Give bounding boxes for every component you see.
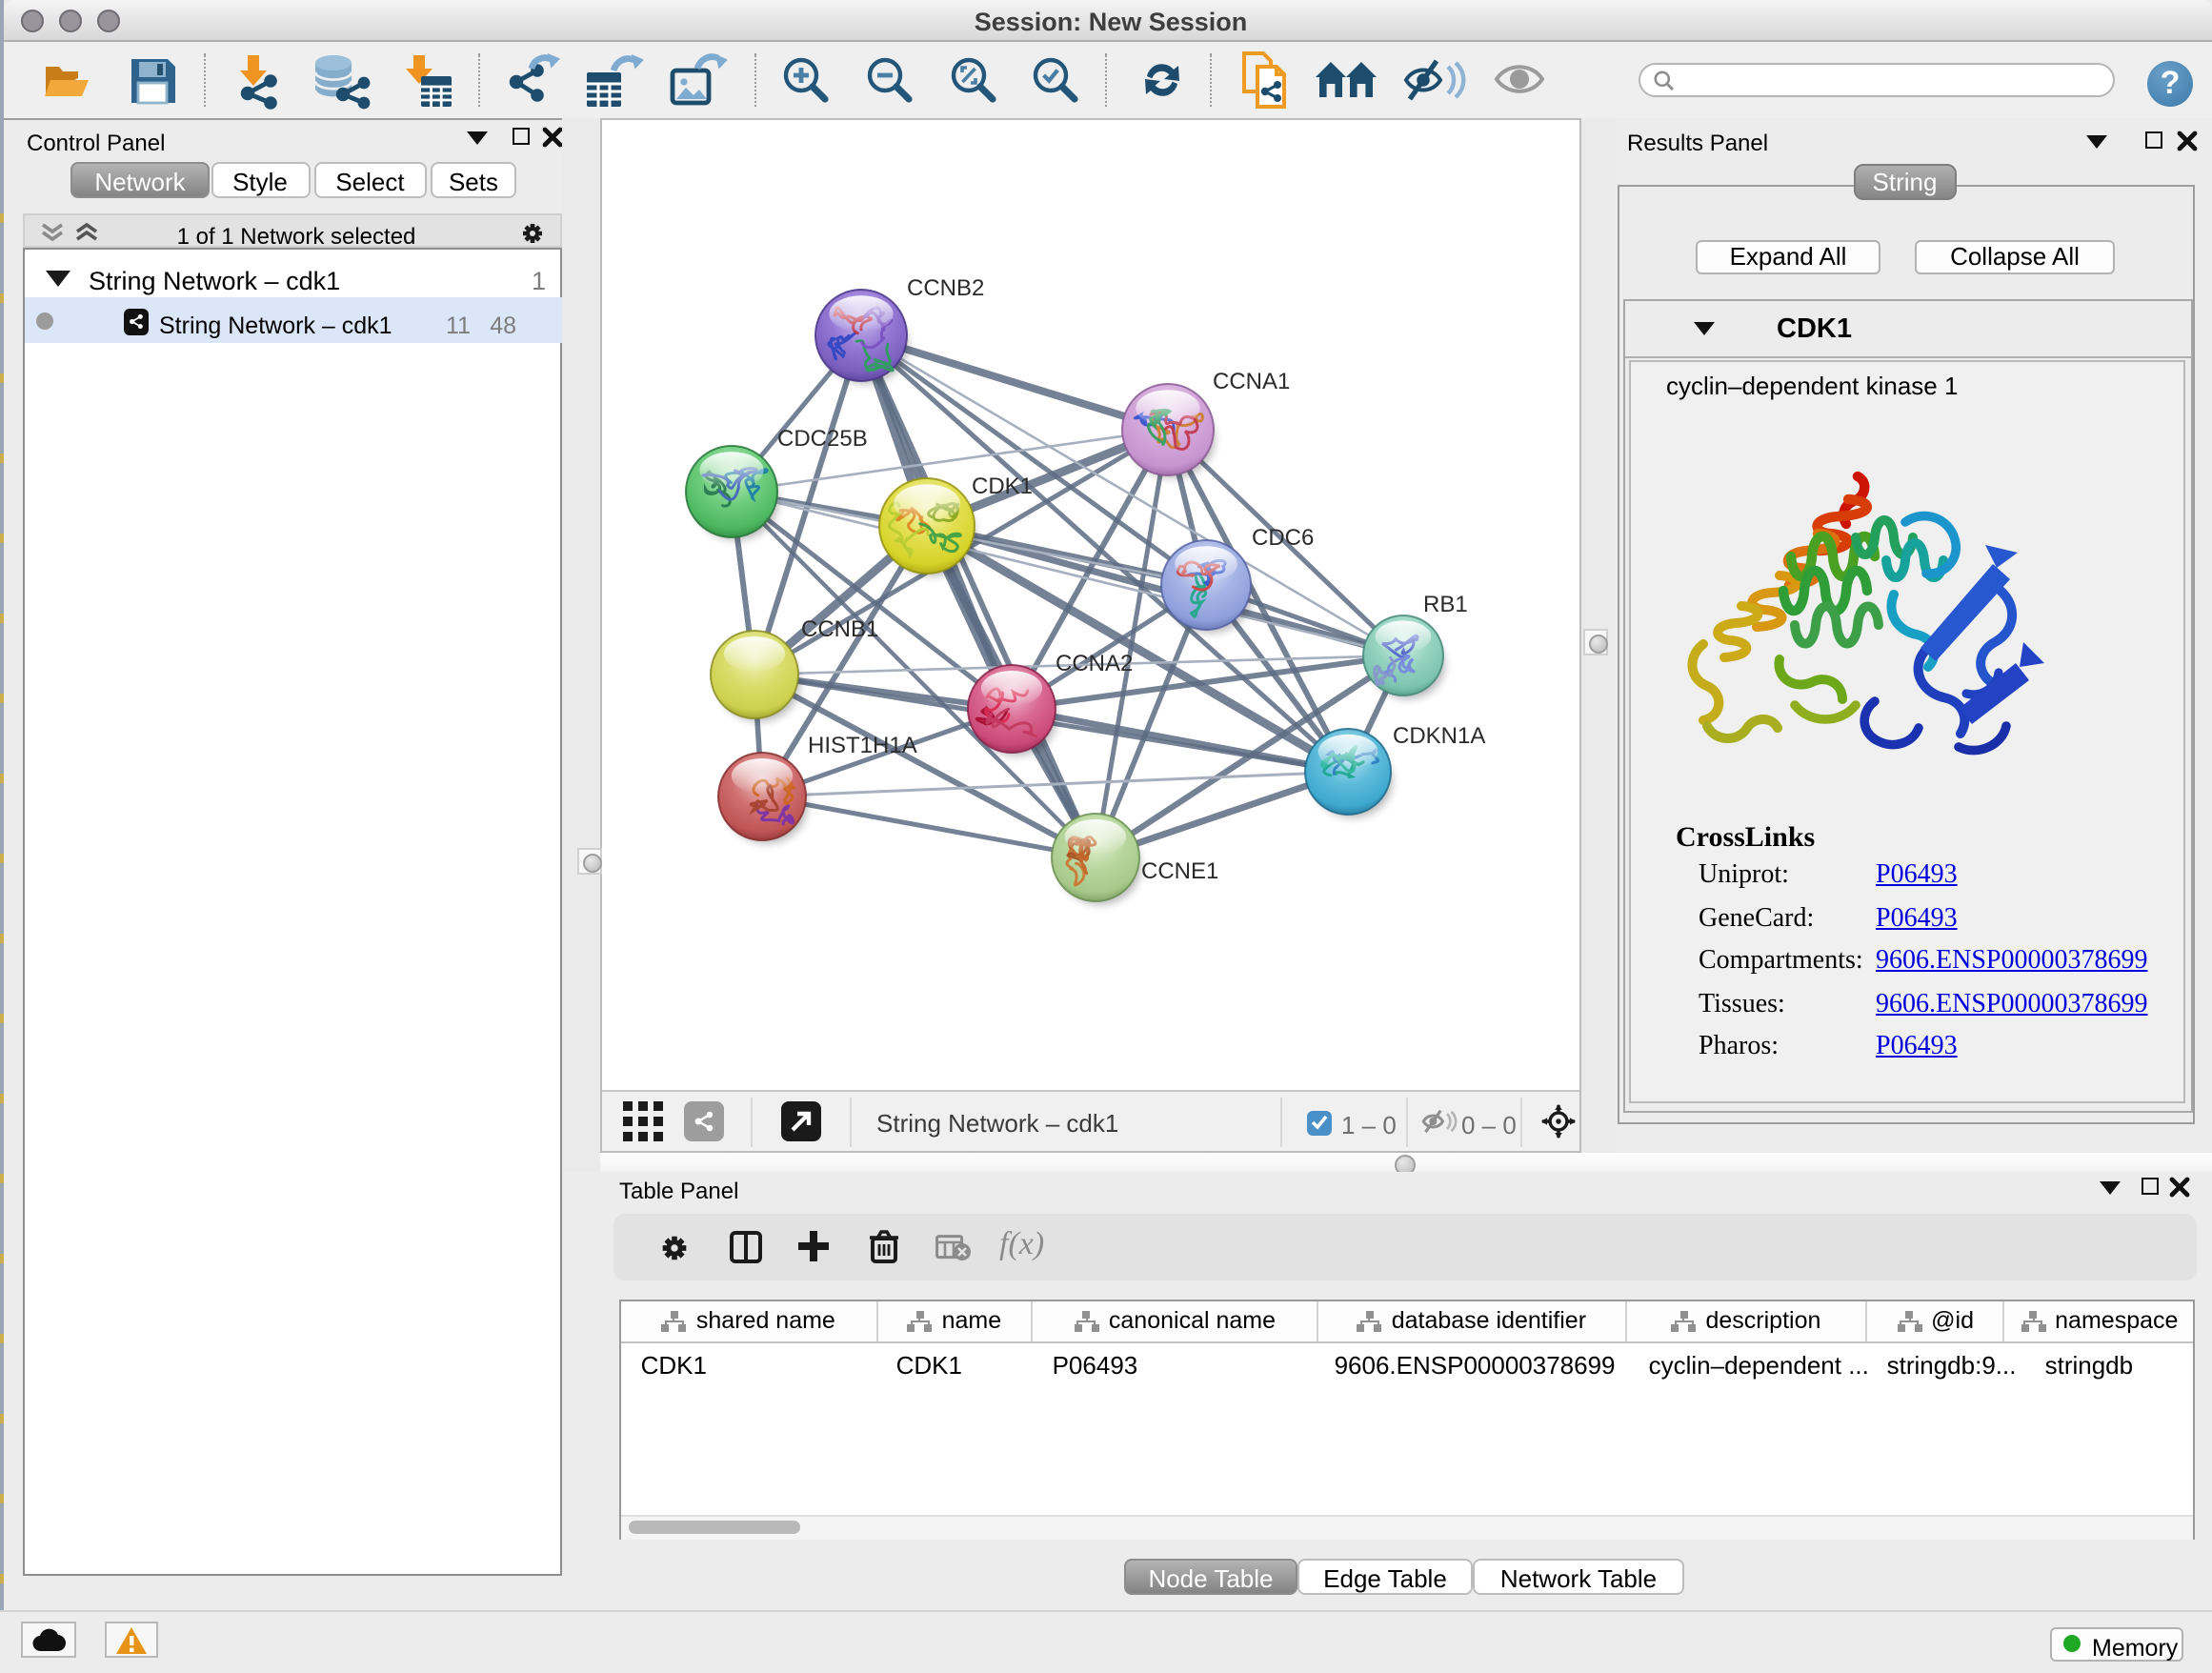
svg-text:CCNA2: CCNA2	[1056, 651, 1133, 676]
svg-text:CDK1: CDK1	[972, 474, 1033, 499]
svg-text:RB1: RB1	[1423, 592, 1468, 617]
svg-text:CCNE1: CCNE1	[1141, 858, 1218, 884]
svg-text:CDC25B: CDC25B	[777, 426, 868, 452]
svg-text:CCNA1: CCNA1	[1213, 369, 1290, 394]
svg-text:CDC6: CDC6	[1252, 525, 1314, 551]
svg-text:CDKN1A: CDKN1A	[1393, 723, 1485, 749]
svg-text:CCNB2: CCNB2	[907, 275, 984, 301]
svg-text:CCNB1: CCNB1	[801, 616, 878, 642]
svg-text:HIST1H1A: HIST1H1A	[808, 733, 917, 758]
